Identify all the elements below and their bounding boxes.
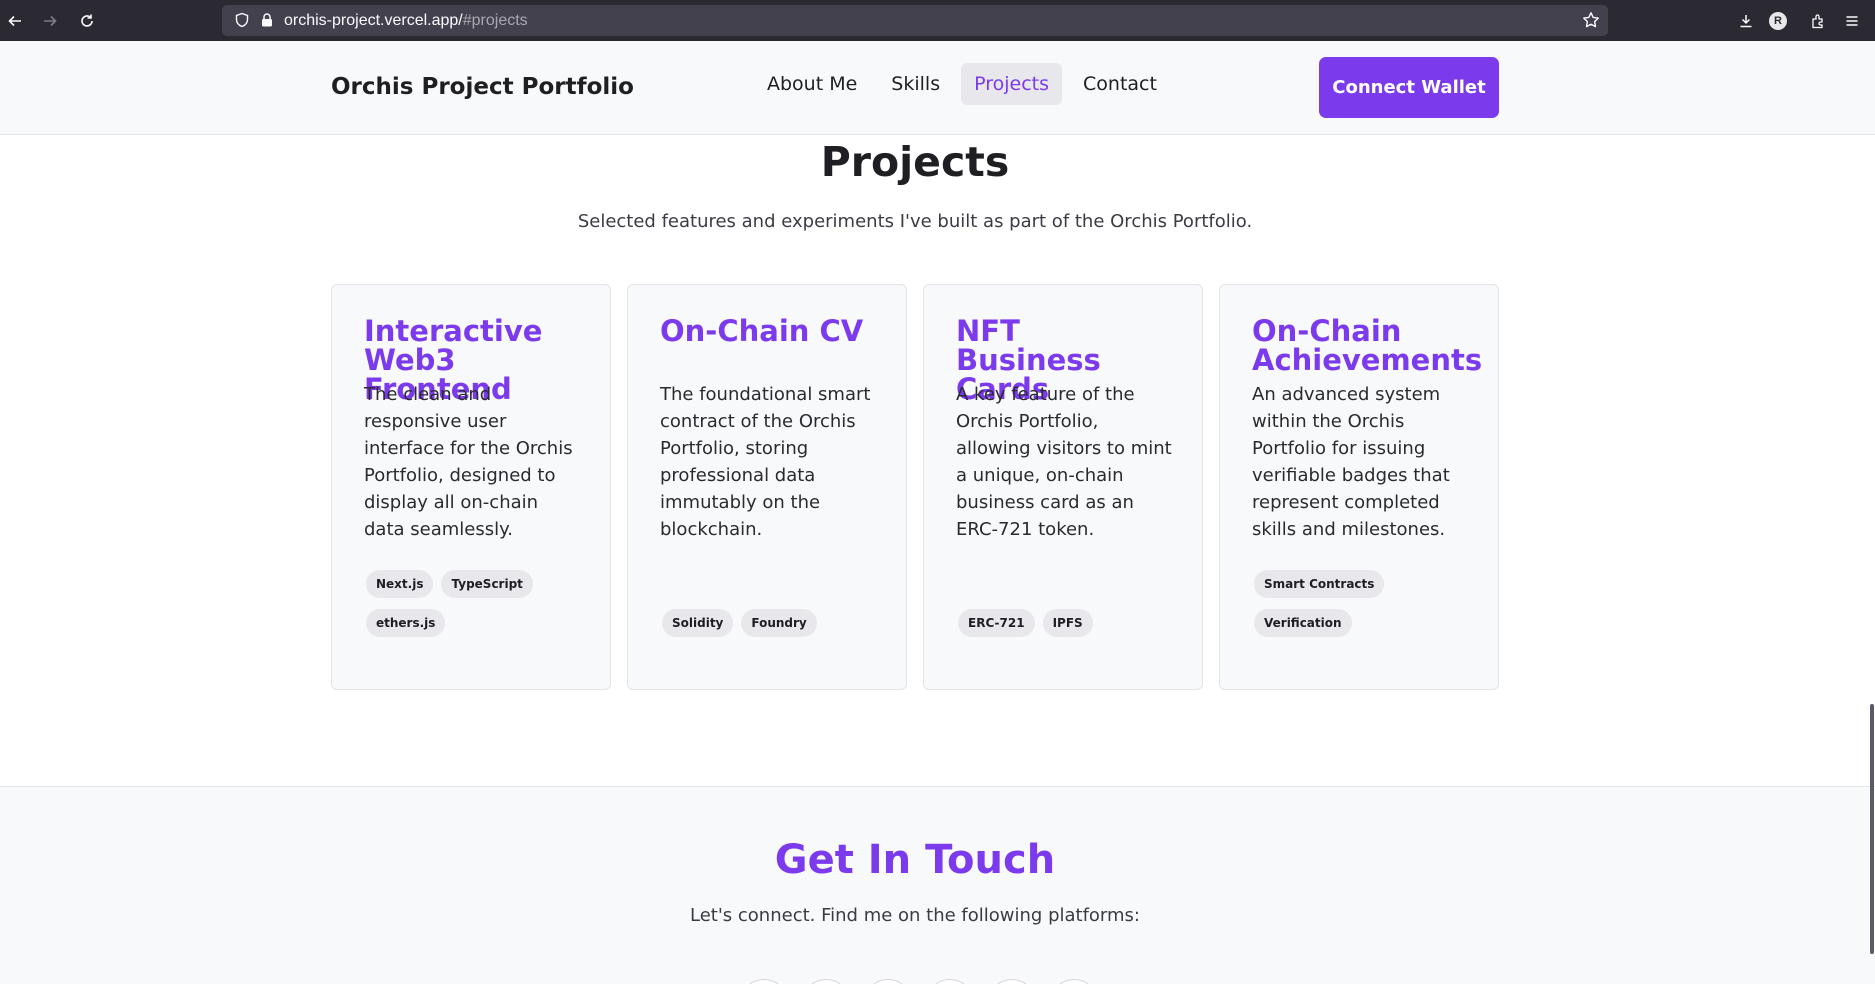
tag-list: ERC-721 IPFS	[958, 609, 1182, 637]
project-card-title: On-Chain CV	[660, 314, 864, 348]
tag-list: Smart Contracts Verification	[1254, 570, 1478, 637]
project-card-title: NFT Business Cards	[956, 314, 1101, 406]
star-icon[interactable]	[1582, 11, 1600, 33]
social-link-icon[interactable]	[988, 979, 1036, 984]
project-card-description: The clean and responsive user interface …	[364, 384, 573, 540]
tag: Smart Contracts	[1254, 570, 1385, 598]
lock-icon[interactable]	[259, 12, 275, 32]
url-text[interactable]: orchis-project.vercel.app/#projects	[284, 12, 528, 30]
browser-toolbar: orchis-project.vercel.app/#projects R	[0, 0, 1875, 41]
tag-list: Next.js TypeScript ethers.js	[366, 570, 590, 637]
tag: TypeScript	[441, 570, 533, 598]
project-cards: Interactive Web3 Frontend The clean and …	[331, 284, 1499, 690]
project-card: NFT Business Cards A key feature of the …	[923, 284, 1203, 690]
social-link-icon[interactable]	[1050, 979, 1098, 984]
project-card-description: An advanced system within the Orchis Por…	[1252, 384, 1450, 540]
tag: IPFS	[1042, 609, 1093, 637]
scrollbar-thumb[interactable]	[1870, 704, 1874, 954]
nav-projects[interactable]: Projects	[961, 63, 1063, 105]
project-card: On-Chain Achievements An advanced system…	[1219, 284, 1499, 690]
extensions-icon[interactable]	[1805, 8, 1831, 34]
tag: Solidity	[662, 609, 734, 637]
projects-heading: Projects	[820, 138, 1010, 186]
projects-subtitle: Selected features and experiments I've b…	[577, 211, 1253, 232]
address-bar[interactable]: orchis-project.vercel.app/#projects	[222, 5, 1608, 36]
nav-contact[interactable]: Contact	[1070, 63, 1170, 105]
project-card-description: The foundational smart contract of the O…	[660, 384, 871, 540]
tag: ERC-721	[958, 609, 1035, 637]
url-host: orchis-project.vercel.app/	[284, 12, 463, 29]
nav-skills[interactable]: Skills	[878, 63, 953, 105]
back-icon[interactable]	[2, 8, 28, 34]
tag-list: Solidity Foundry	[662, 609, 886, 637]
main-nav: About Me Skills Projects Contact	[754, 63, 1170, 105]
project-card: On-Chain CV The foundational smart contr…	[627, 284, 907, 690]
tag: Foundry	[741, 609, 817, 637]
social-link-icon[interactable]	[802, 979, 850, 984]
tag: Next.js	[366, 570, 434, 598]
project-card-title: Interactive Web3 Frontend	[364, 314, 543, 406]
social-link-icon[interactable]	[864, 979, 912, 984]
project-card-title: On-Chain Achievements	[1252, 314, 1483, 377]
project-card-description: A key feature of the Orchis Portfolio, a…	[956, 384, 1172, 540]
tag: ethers.js	[366, 609, 446, 637]
menu-icon[interactable]	[1839, 8, 1865, 34]
forward-icon[interactable]	[37, 8, 63, 34]
site-title[interactable]: Orchis Project Portfolio	[331, 74, 634, 100]
social-link-icon[interactable]	[740, 979, 788, 984]
download-icon[interactable]	[1733, 8, 1759, 34]
connect-wallet-button[interactable]: Connect Wallet	[1319, 57, 1499, 118]
contact-section: Get In Touch Let's connect. Find me on t…	[0, 786, 1875, 984]
contact-heading: Get In Touch	[774, 837, 1056, 883]
site-header: Orchis Project Portfolio About Me Skills…	[0, 41, 1875, 135]
profile-avatar[interactable]: R	[1769, 12, 1787, 30]
project-card: Interactive Web3 Frontend The clean and …	[331, 284, 611, 690]
reload-icon[interactable]	[74, 8, 100, 34]
social-link-icon[interactable]	[926, 979, 974, 984]
shield-icon[interactable]	[234, 12, 250, 32]
social-links	[740, 979, 1098, 984]
page-scrollbar[interactable]	[1869, 41, 1875, 984]
url-path: #projects	[462, 12, 528, 29]
contact-subtitle: Let's connect. Find me on the following …	[690, 905, 1140, 926]
nav-about-me[interactable]: About Me	[754, 63, 870, 105]
tag: Verification	[1254, 609, 1352, 637]
